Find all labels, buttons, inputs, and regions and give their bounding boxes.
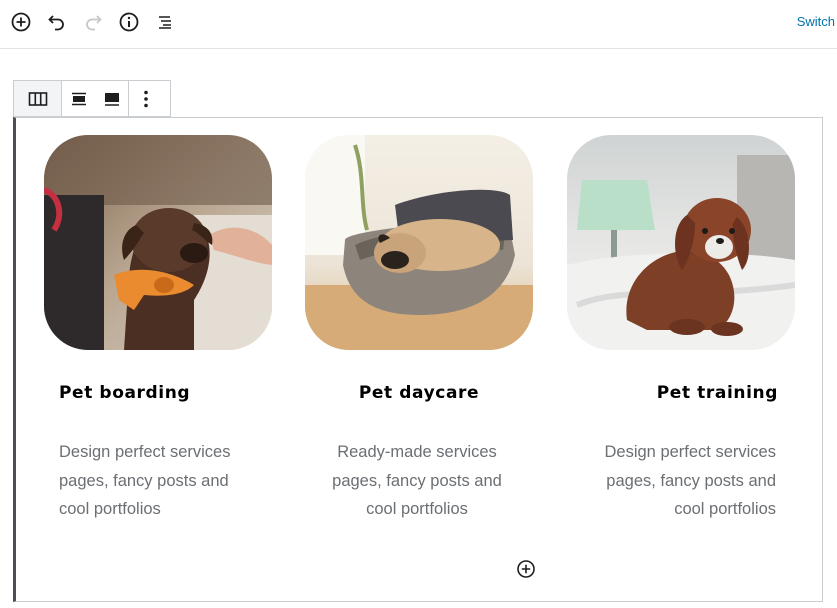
description-line: pages, fancy posts and bbox=[332, 471, 502, 490]
undo-icon bbox=[48, 15, 64, 31]
column-title: Pet boarding bbox=[59, 383, 191, 403]
description-line: pages, fancy posts and bbox=[606, 471, 776, 490]
info-button[interactable] bbox=[116, 9, 142, 35]
description-line: pages, fancy posts and bbox=[59, 471, 229, 490]
redo-button[interactable] bbox=[80, 9, 106, 35]
column-description: Design perfect services pages, fancy pos… bbox=[59, 438, 259, 524]
description-line: cool portfolios bbox=[674, 500, 776, 518]
add-block-button[interactable] bbox=[8, 9, 34, 35]
block-type-group bbox=[14, 81, 62, 116]
add-block-icon bbox=[11, 12, 31, 32]
column-pet-boarding[interactable] bbox=[44, 135, 272, 350]
column-pet-daycare[interactable] bbox=[305, 135, 533, 350]
pug-in-basket-photo bbox=[305, 135, 533, 350]
dog-with-orange-bow-photo bbox=[44, 135, 272, 350]
redo-icon bbox=[86, 15, 102, 31]
column-title: Pet training bbox=[656, 383, 778, 403]
alignment-group bbox=[62, 81, 129, 116]
info-icon bbox=[119, 12, 139, 32]
column-description: Ready-made services pages, fancy posts a… bbox=[317, 438, 517, 524]
inline-add-block-button[interactable] bbox=[516, 559, 536, 579]
columns-block-button[interactable] bbox=[14, 81, 61, 116]
more-options-icon bbox=[143, 90, 148, 107]
add-block-icon bbox=[517, 560, 535, 578]
description-line: cool portfolios bbox=[59, 500, 161, 518]
column-description: Design perfect services pages, fancy pos… bbox=[576, 438, 777, 524]
column-pet-training[interactable] bbox=[567, 135, 795, 350]
align-center-button[interactable] bbox=[62, 81, 95, 116]
align-wide-button[interactable] bbox=[95, 81, 128, 116]
outline-icon bbox=[159, 16, 171, 29]
columns-icon bbox=[28, 91, 47, 106]
description-line: Design perfect services bbox=[604, 443, 777, 461]
editor-top-toolbar: Switch bbox=[0, 0, 837, 49]
undo-button[interactable] bbox=[44, 9, 70, 35]
align-center-icon bbox=[71, 92, 86, 105]
description-line: Design perfect services bbox=[59, 443, 231, 461]
switch-button[interactable]: Switch bbox=[797, 14, 835, 29]
more-group bbox=[129, 81, 162, 116]
block-toolbar bbox=[13, 80, 171, 117]
puppy-on-bed-photo bbox=[567, 135, 795, 350]
more-options-button[interactable] bbox=[129, 81, 162, 116]
column-title: Pet daycare bbox=[358, 383, 480, 403]
description-line: cool portfolios bbox=[366, 500, 468, 518]
align-wide-icon bbox=[104, 92, 119, 106]
description-line: Ready-made services bbox=[337, 443, 497, 461]
block-navigation-button[interactable] bbox=[152, 9, 178, 35]
